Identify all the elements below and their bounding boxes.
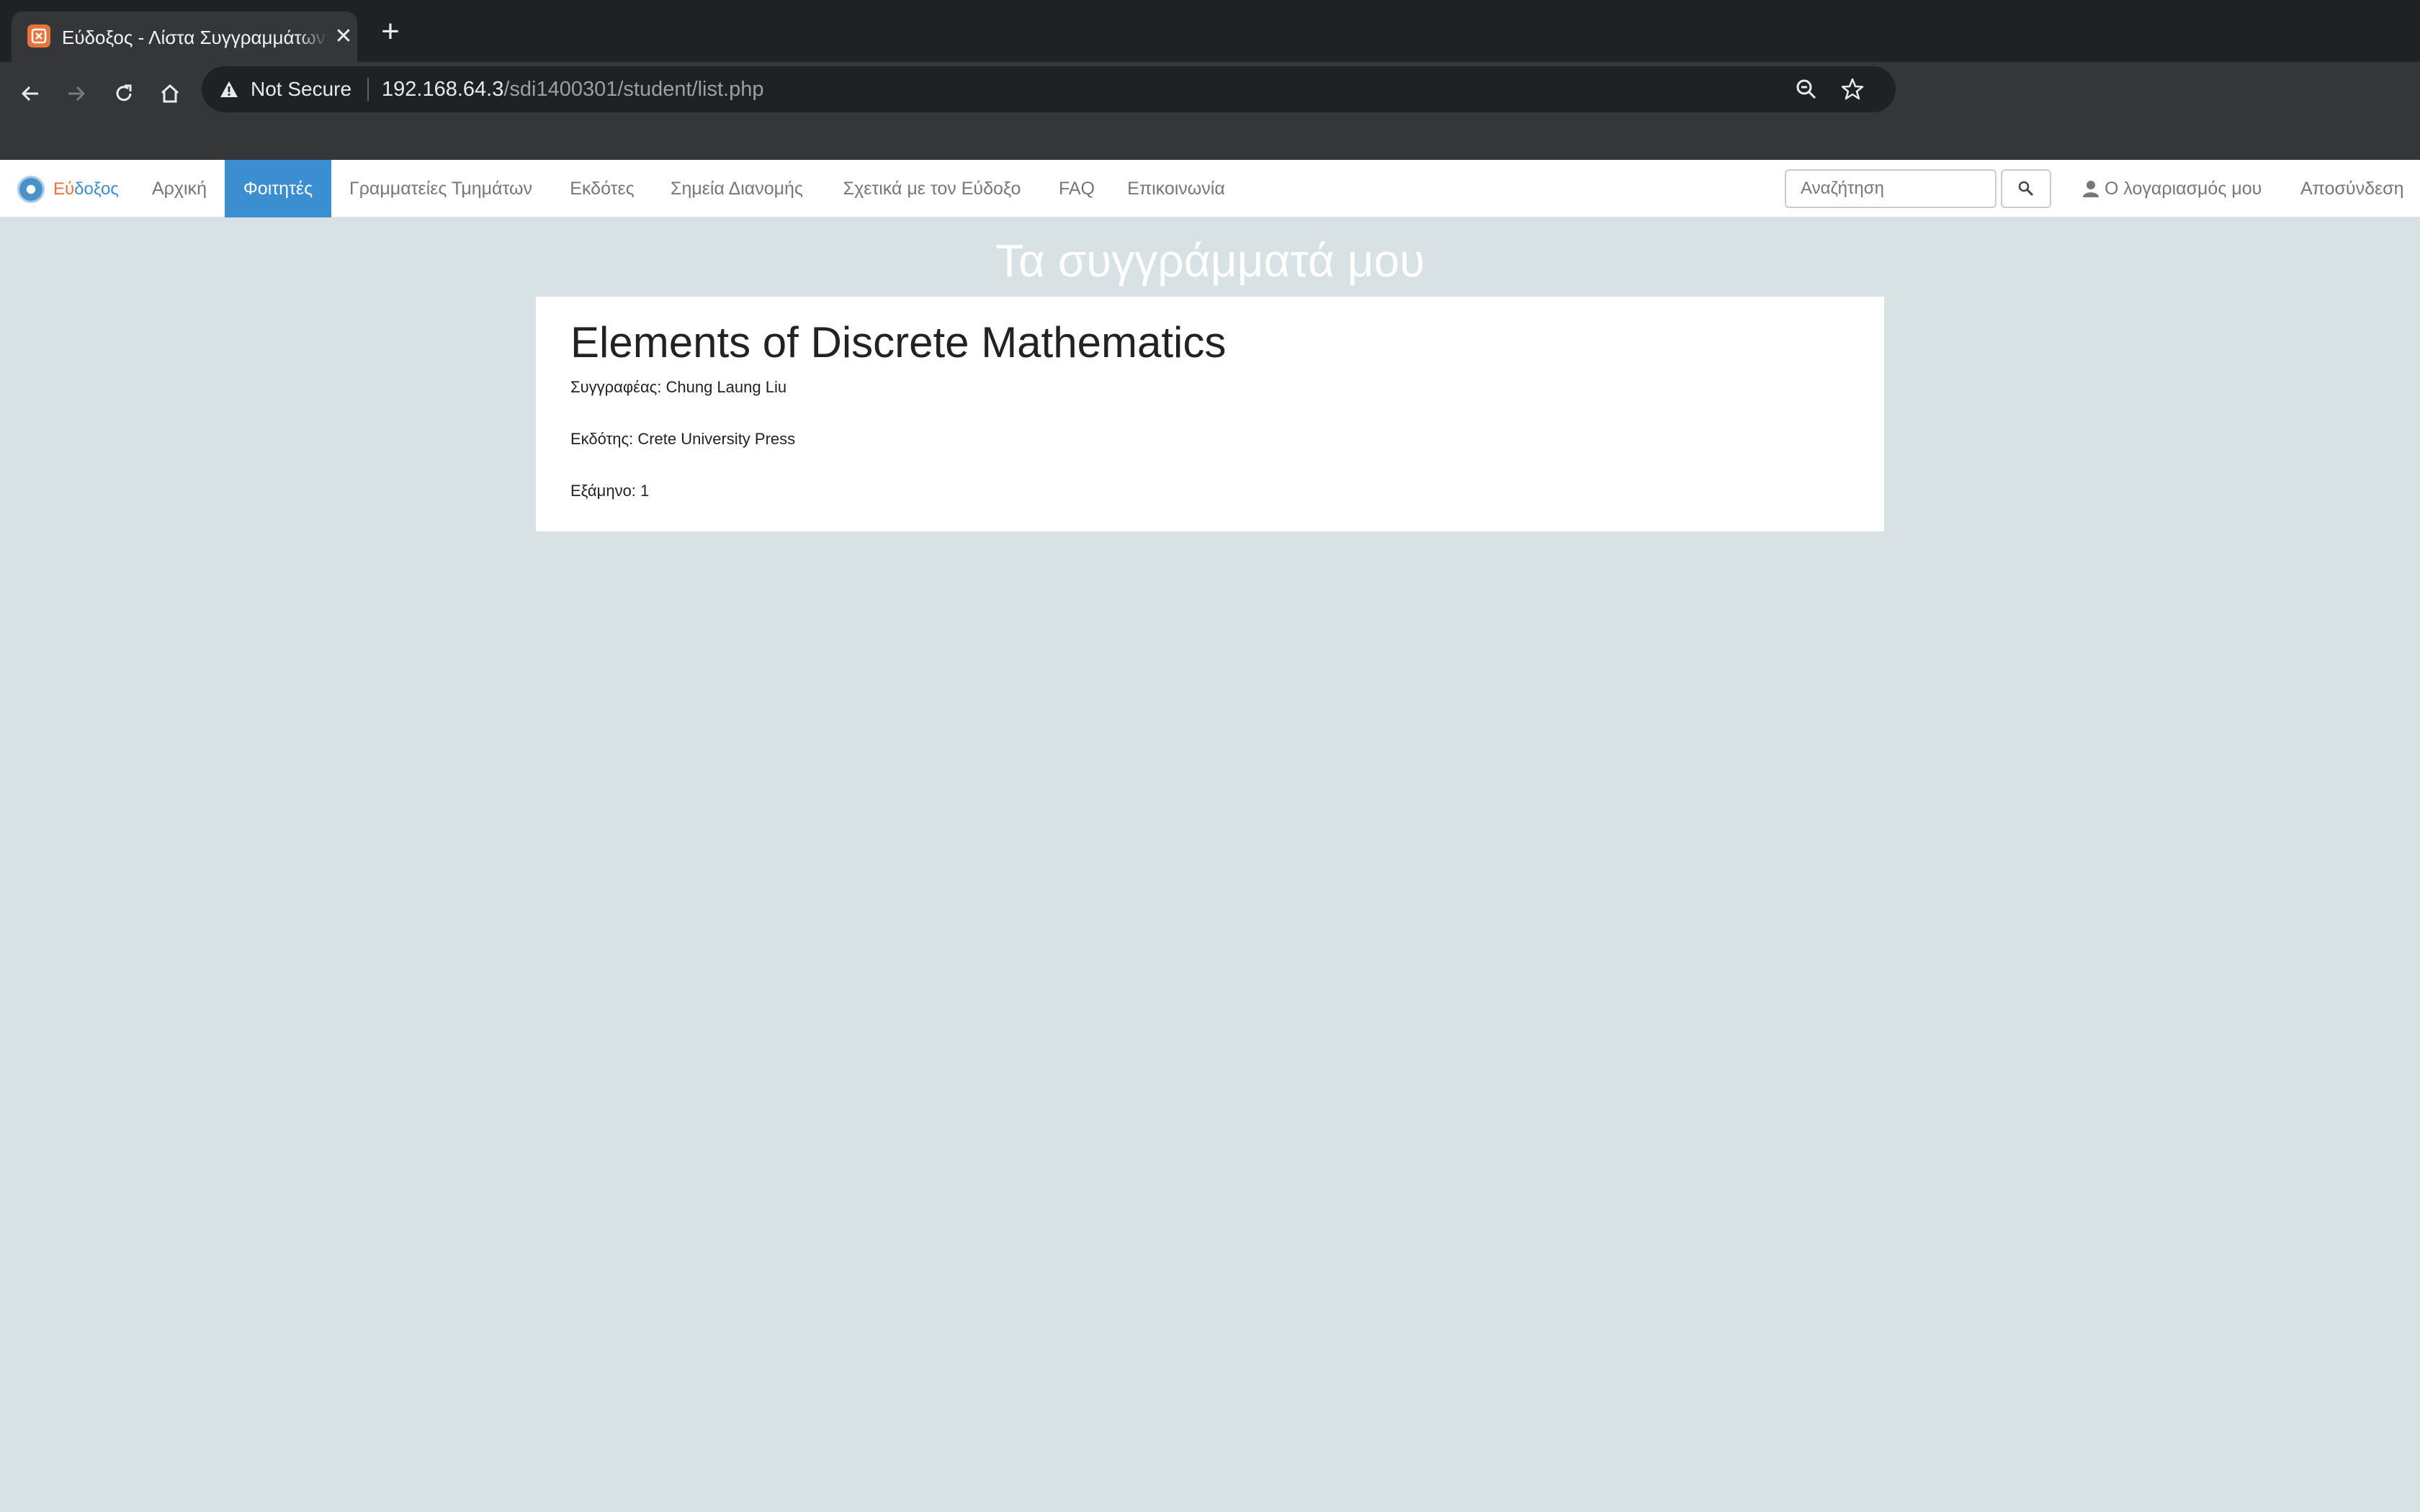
book-card: Elements of Discrete Mathematics Συγγραφ… bbox=[536, 297, 1884, 531]
search-input[interactable] bbox=[1785, 169, 1996, 208]
reload-icon bbox=[116, 84, 132, 102]
site-favicon-icon bbox=[27, 24, 50, 48]
forward-button[interactable] bbox=[56, 73, 97, 114]
book-author: Συγγραφέας: Chung Laung Liu bbox=[570, 378, 787, 396]
warning-icon bbox=[220, 81, 238, 97]
nav-item-faq[interactable]: FAQ bbox=[1053, 160, 1101, 217]
nav-item-publishers[interactable]: Εκδότες bbox=[562, 160, 642, 217]
home-icon bbox=[161, 84, 179, 103]
logout-link[interactable]: Αποσύνδεση bbox=[2300, 160, 2403, 217]
book-publisher: Εκδότης: Crete University Press bbox=[570, 430, 796, 448]
brand-link[interactable]: Εύδοξος bbox=[17, 176, 119, 203]
url-path: /sdi1400301/student/list.php bbox=[503, 78, 764, 101]
my-account-link[interactable]: Ο λογαριασμός μου bbox=[2083, 160, 2262, 217]
url-host: 192.168.64.3 bbox=[382, 78, 504, 101]
brand-name-part-2: δοξος bbox=[74, 179, 119, 199]
arrow-right-icon bbox=[68, 86, 86, 102]
omnibox-divider bbox=[367, 78, 369, 101]
url-text[interactable]: 192.168.64.3/sdi1400301/student/list.php bbox=[382, 76, 763, 103]
browser-toolbar: Not Secure 192.168.64.3/sdi1400301/stude… bbox=[0, 62, 2420, 160]
zoom-icon[interactable] bbox=[1793, 76, 1819, 102]
nav-item-distribution-points[interactable]: Σημεία Διανομής bbox=[663, 160, 811, 217]
nav-item-students[interactable]: Φοιτητές bbox=[225, 160, 331, 217]
browser-tabstrip: Εύδοξος - Λίστα Συγγραμμάτων ✕ + bbox=[0, 0, 2420, 62]
user-icon bbox=[2083, 181, 2099, 197]
close-tab-icon[interactable]: ✕ bbox=[333, 26, 354, 48]
search-button[interactable] bbox=[2001, 169, 2051, 208]
address-bar[interactable]: Not Secure 192.168.64.3/sdi1400301/stude… bbox=[202, 66, 1896, 112]
search-icon bbox=[2018, 181, 2034, 197]
brand-logo-icon bbox=[17, 176, 45, 203]
reload-button[interactable] bbox=[104, 73, 144, 114]
page-title: Τα συγγράμματά μου bbox=[995, 235, 1425, 287]
my-account-label: Ο λογαριασμός μου bbox=[2105, 178, 2262, 199]
nav-item-home[interactable]: Αρχική bbox=[143, 160, 216, 217]
tab-title: Εύδοξος - Λίστα Συγγραμμάτων bbox=[62, 27, 326, 48]
bookmark-star-icon[interactable] bbox=[1839, 76, 1865, 102]
book-semester: Εξάμηνο: 1 bbox=[570, 482, 650, 500]
site-navbar: Εύδοξος Αρχική Φοιτητές Γραμματείες Τμημ… bbox=[0, 160, 2420, 217]
arrow-left-icon bbox=[21, 86, 38, 102]
new-tab-icon[interactable]: + bbox=[376, 16, 405, 48]
brand-name-part-1: Εύ bbox=[53, 179, 75, 199]
back-button[interactable] bbox=[10, 73, 50, 114]
brand-name: Εύδοξος bbox=[53, 176, 119, 203]
nav-item-about[interactable]: Σχετικά με τον Εύδοξο bbox=[833, 160, 1031, 217]
browser-tab[interactable]: Εύδοξος - Λίστα Συγγραμμάτων ✕ bbox=[12, 12, 357, 62]
nav-item-department-secretariats[interactable]: Γραμματείες Τμημάτων bbox=[341, 160, 540, 217]
book-title: Elements of Discrete Mathematics bbox=[570, 318, 1227, 366]
security-status[interactable]: Not Secure bbox=[251, 76, 351, 103]
home-button[interactable] bbox=[150, 73, 190, 114]
nav-item-contact[interactable]: Επικοινωνία bbox=[1122, 160, 1230, 217]
